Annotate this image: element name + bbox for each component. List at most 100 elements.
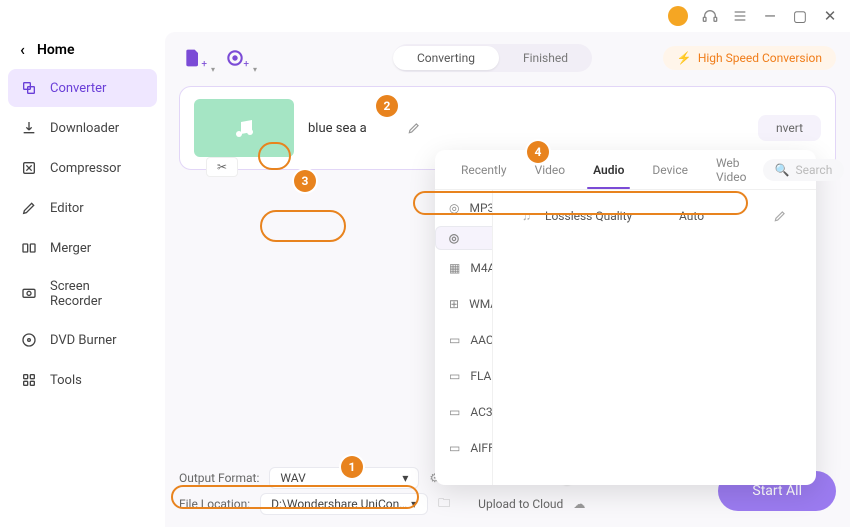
toolbar: +▾ +▾ Converting Finished ⚡ High Speed Co… (179, 44, 836, 72)
add-file-button[interactable]: +▾ (179, 44, 207, 72)
sidebar-item-converter[interactable]: Converter (8, 69, 157, 107)
file-location-label: File Location: (179, 497, 250, 511)
sidebar-item-editor[interactable]: Editor (8, 189, 157, 227)
disc-icon: ◎ (446, 230, 462, 246)
ring-wav (260, 210, 346, 242)
search-icon: 🔍 (775, 163, 790, 177)
fmt-label: WMA (469, 297, 493, 311)
marker-3: 3 (294, 170, 316, 192)
flac-icon: ▭ (449, 368, 460, 384)
tab-audio[interactable]: Audio (581, 150, 636, 189)
format-flac[interactable]: ▭ FLAC (435, 358, 492, 394)
avatar[interactable] (668, 6, 688, 26)
nav-label: Merger (50, 241, 91, 256)
nav-label: Converter (50, 81, 106, 96)
preset-auto: Auto (679, 209, 759, 223)
sidebar-item-merger[interactable]: Merger (8, 229, 157, 267)
file-thumbnail (194, 99, 294, 157)
sidebar-item-dvd-burner[interactable]: DVD Burner (8, 321, 157, 359)
output-format-label: Output Format: (179, 471, 259, 485)
tab-converting[interactable]: Converting (393, 46, 499, 70)
aac-icon: ▭ (449, 332, 460, 348)
fmt-label: AAC (470, 333, 493, 347)
format-wav[interactable]: ◎WAV (435, 226, 493, 250)
disc-icon: ◎ (449, 200, 459, 216)
high-speed-conversion[interactable]: ⚡ High Speed Conversion (663, 46, 836, 70)
sidebar: ‹ Home Converter Downloader Compressor E… (0, 32, 165, 527)
upload-label: Upload to Cloud (478, 497, 563, 511)
search-placeholder: Search (795, 163, 832, 177)
tab-recently[interactable]: Recently (449, 150, 519, 189)
tab-webvideo[interactable]: Web Video (704, 150, 759, 189)
cloud-icon[interactable]: ☁ (573, 497, 585, 511)
nav-label: Compressor (50, 161, 121, 176)
fmt-label: FLAC (470, 369, 493, 383)
convert-button[interactable]: nvert (758, 115, 821, 141)
music-icon: ♫ (522, 209, 531, 223)
format-search[interactable]: 🔍 Search (763, 159, 845, 181)
format-ac3[interactable]: ▭ AC3 (435, 394, 492, 430)
add-dvd-button[interactable]: +▾ (221, 44, 249, 72)
merger-icon (20, 239, 38, 257)
format-m4a[interactable]: ▦M4A (435, 250, 492, 286)
fmt-label: MP3 (469, 201, 493, 215)
win-icon: ⊞ (449, 296, 459, 312)
preset-quality: Lossless Quality (545, 209, 665, 223)
chevron-left-icon: ‹ (20, 40, 25, 59)
marker-2: 2 (376, 95, 398, 117)
edit-title-icon[interactable] (407, 121, 421, 135)
sidebar-item-compressor[interactable]: Compressor (8, 149, 157, 187)
headset-icon[interactable] (702, 8, 718, 24)
bolt-icon: ⚡ (677, 51, 692, 65)
nav-label: Screen Recorder (50, 279, 145, 309)
fmt-label: M4A (470, 261, 493, 275)
folder-icon[interactable]: 🗀 (438, 494, 450, 515)
sidebar-item-screen-recorder[interactable]: Screen Recorder (8, 269, 157, 319)
main-panel: +▾ +▾ Converting Finished ⚡ High Speed Co… (165, 32, 850, 527)
file-title: blue sea a (308, 121, 367, 136)
titlebar: — ▢ ✕ (0, 0, 850, 32)
nav-label: Tools (50, 373, 82, 388)
nav-label: Downloader (50, 121, 119, 136)
converter-icon (20, 79, 38, 97)
fmt-label: AC3 (470, 405, 492, 419)
format-popup: Recently Video Audio Device Web Video 🔍S… (435, 150, 816, 485)
format-mp3[interactable]: ◎ MP3 (435, 190, 492, 226)
format-aiff[interactable]: ▭ AIFF (435, 430, 492, 466)
minimize-button[interactable]: — (762, 8, 778, 24)
file-location-value: D:\Wondershare UniConverter 1 (271, 497, 411, 511)
hsc-label: High Speed Conversion (698, 51, 822, 65)
fmt-label: AIFF (470, 441, 493, 455)
format-list: ◎ MP3 ◎WAV ▦M4A ⊞ WMA ▭ AAC ▭ FLAC ▭ AC3 ▭ AIF… (435, 190, 493, 485)
sidebar-item-downloader[interactable]: Downloader (8, 109, 157, 147)
tools-icon (20, 371, 38, 389)
home-label: Home (37, 42, 75, 58)
screen-recorder-icon (20, 285, 38, 303)
maximize-button[interactable]: ▢ (792, 8, 808, 24)
segment-control: Converting Finished (393, 44, 592, 72)
downloader-icon (20, 119, 38, 137)
home-nav[interactable]: ‹ Home (8, 32, 157, 67)
aiff-icon: ▭ (449, 440, 460, 456)
tab-finished[interactable]: Finished (499, 46, 592, 70)
chevron-down-icon: ▾ (402, 471, 408, 485)
preset-panel: ♫ Lossless Quality Auto (493, 190, 816, 485)
ac3-icon: ▭ (449, 404, 460, 420)
dvd-burner-icon (20, 331, 38, 349)
sidebar-item-tools[interactable]: Tools (8, 361, 157, 399)
marker-4: 4 (527, 141, 549, 163)
format-tabs: Recently Video Audio Device Web Video 🔍S… (435, 150, 816, 190)
output-format-value: WAV (280, 471, 305, 485)
format-wma[interactable]: ⊞ WMA (435, 286, 492, 322)
format-aac[interactable]: ▭ AAC (435, 322, 492, 358)
compressor-icon (20, 159, 38, 177)
nav-label: Editor (50, 201, 84, 216)
file-location-select[interactable]: D:\Wondershare UniConverter 1▾ (260, 493, 428, 515)
nav-label: DVD Burner (50, 333, 117, 348)
close-button[interactable]: ✕ (822, 8, 838, 24)
preset-edit-icon[interactable] (773, 209, 787, 223)
menu-icon[interactable] (732, 8, 748, 24)
tab-device[interactable]: Device (640, 150, 700, 189)
trim-button[interactable]: ✂ (206, 157, 238, 177)
preset-row[interactable]: ♫ Lossless Quality Auto (507, 204, 802, 228)
